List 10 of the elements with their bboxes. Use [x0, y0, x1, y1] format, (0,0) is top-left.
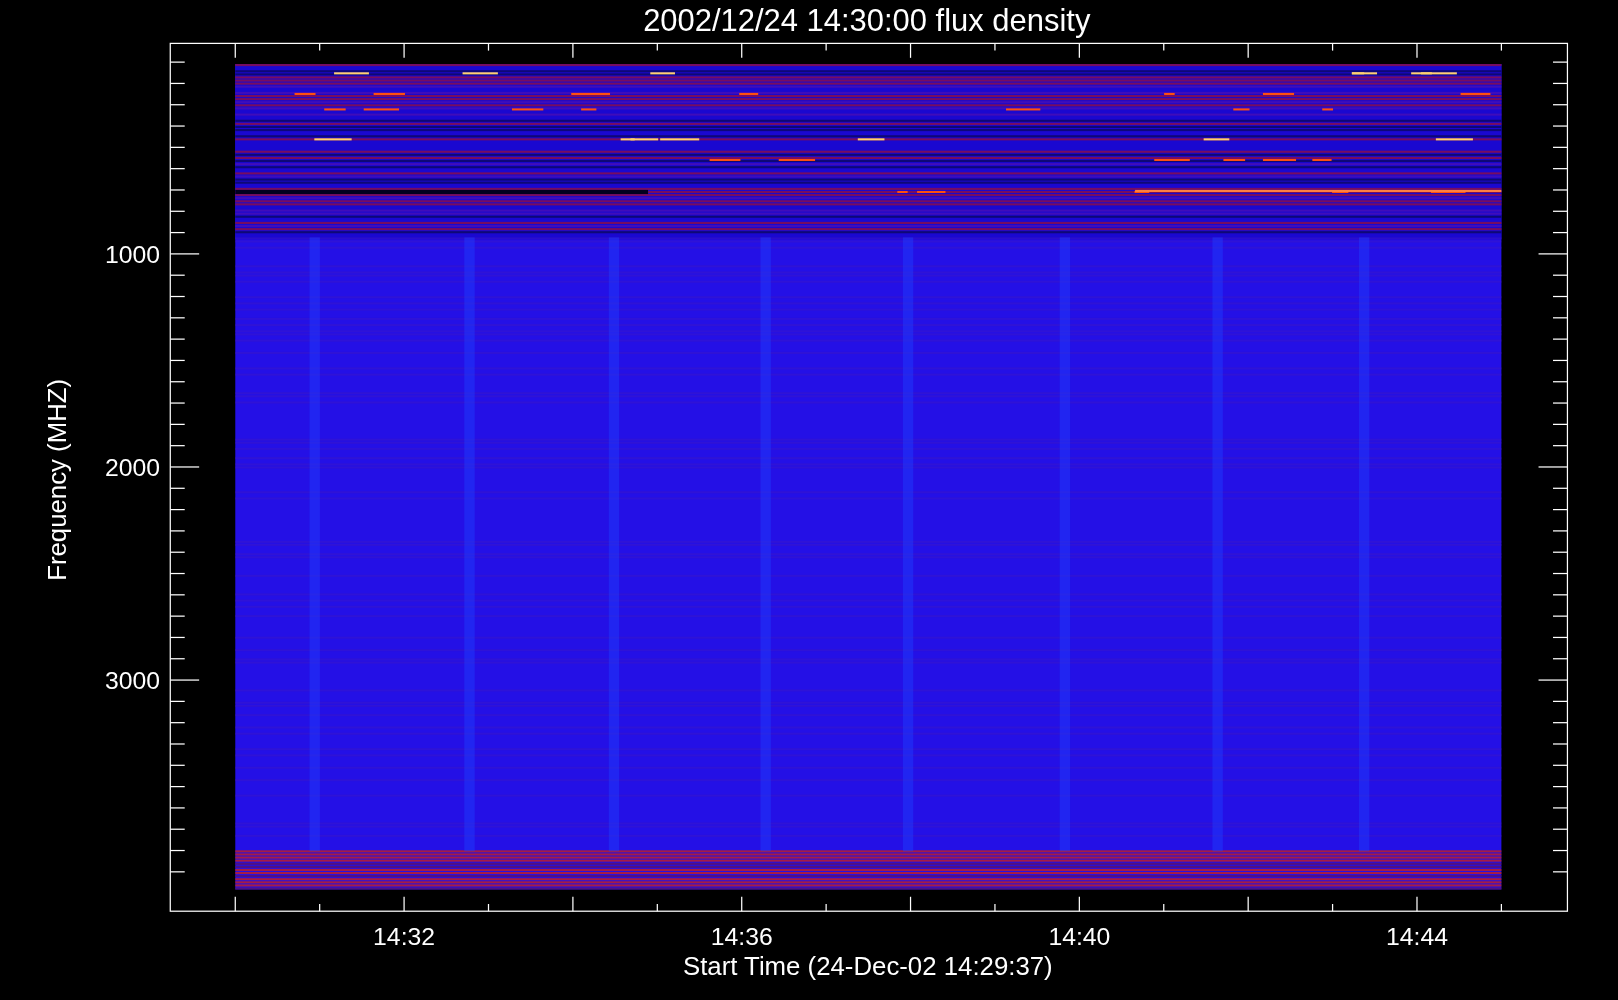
chart-title: 2002/12/24 14:30:00 flux density [643, 3, 1091, 38]
x-tick-label: 14:36 [710, 923, 773, 951]
x-tick-label: 14:44 [1386, 923, 1448, 951]
x-tick-label: 14:32 [373, 923, 436, 951]
y-tick-label: 3000 [104, 667, 160, 695]
x-tick-label: 14:40 [1048, 923, 1111, 951]
y-tick-label: 1000 [104, 241, 160, 269]
x-axis-title: Start Time (24-Dec-02 14:29:37) [682, 952, 1053, 981]
y-axis-title: Frequency (MHZ) [43, 378, 72, 581]
y-tick-label: 2000 [104, 454, 160, 482]
